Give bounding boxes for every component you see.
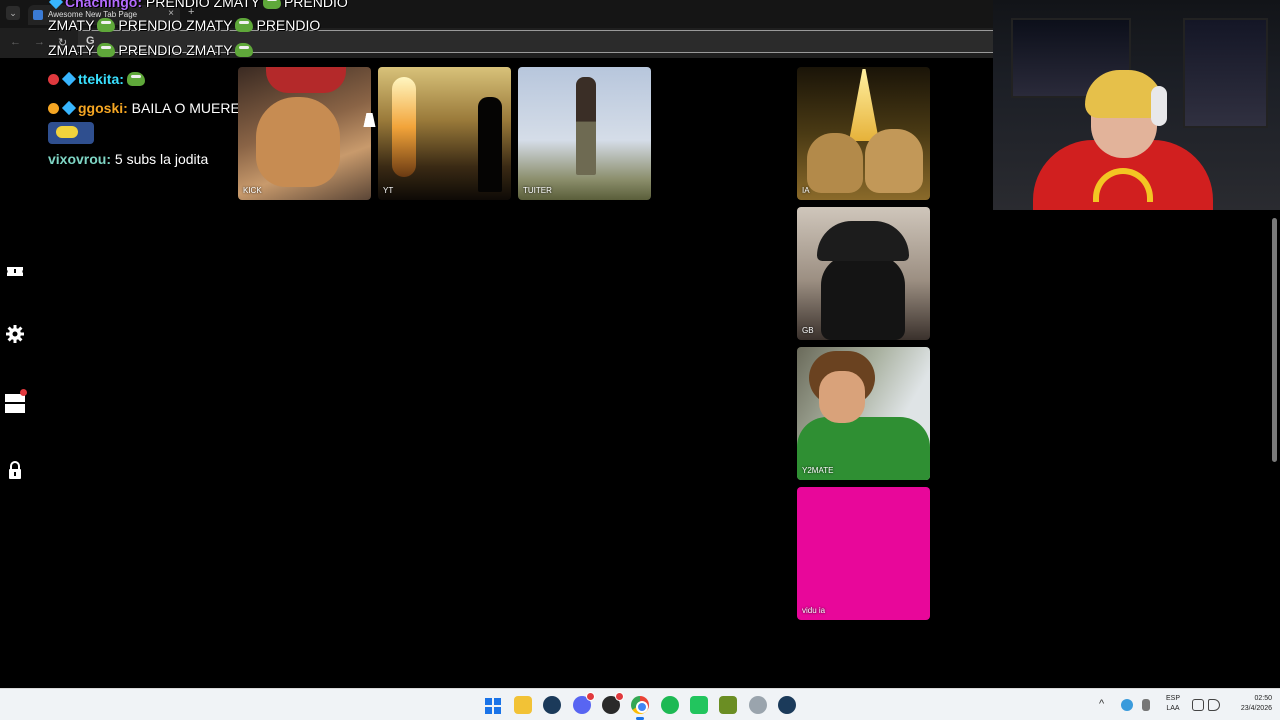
clock-time: 02:50 <box>1254 695 1272 702</box>
pepe-emote-icon <box>235 18 254 32</box>
badge-icon <box>48 103 59 114</box>
headphones-icon <box>1151 86 1167 126</box>
tile-image-face <box>819 371 865 423</box>
clock[interactable]: 02:50 23/4/2026 <box>1224 694 1272 714</box>
back-button[interactable]: ← <box>10 36 21 48</box>
notification-dot <box>20 389 27 396</box>
tile-image <box>576 77 596 175</box>
start-icon[interactable] <box>485 698 501 714</box>
page-scrollbar[interactable] <box>1270 210 1280 688</box>
tile-kick[interactable]: KICK <box>238 67 371 200</box>
clock-date: 23/4/2026 <box>1240 705 1272 712</box>
gear-icon[interactable] <box>5 324 25 344</box>
tab-search-button[interactable]: ⌄ <box>6 6 20 20</box>
badge-icon <box>48 74 59 85</box>
tray-overflow-icon[interactable]: ^ <box>1099 698 1104 720</box>
tile-label: GB <box>802 326 814 335</box>
tile-image <box>392 77 416 177</box>
stack-icon[interactable] <box>5 389 27 413</box>
tile-label: YT <box>383 186 394 195</box>
chat-message: ttekita: <box>48 71 148 87</box>
tile-image-cat <box>807 133 863 193</box>
green-app-icon[interactable] <box>690 696 708 714</box>
tile-image-cap <box>266 67 346 93</box>
steam-icon[interactable] <box>543 696 561 714</box>
notification-badge <box>615 692 624 701</box>
chat-text-tail: PRENDIO ZMATY <box>118 42 233 58</box>
language-indicator[interactable]: ESP LAA <box>1162 694 1184 714</box>
chrome-icon[interactable] <box>631 696 649 714</box>
forward-button[interactable]: → <box>34 36 45 48</box>
tile-image <box>821 255 905 340</box>
tile-image-figure <box>478 97 502 192</box>
tile-gb[interactable]: GB <box>797 207 930 340</box>
keyboard-layout: LAA <box>1166 705 1180 712</box>
chat-message-continued: ZMATY PRENDIO ZMATY <box>48 42 256 58</box>
tile-label: Y2MATE <box>802 466 834 475</box>
spotify-icon[interactable] <box>661 696 679 714</box>
tile-image-cat <box>865 129 923 193</box>
tile-label: vidu ia <box>802 606 826 615</box>
tab-favicon-icon <box>33 10 43 20</box>
chat-text-tail: PRENDIO <box>283 0 348 10</box>
minecraft-icon[interactable] <box>719 696 737 714</box>
tile-label: KICK <box>243 186 262 195</box>
pepe-emote-icon <box>97 43 116 57</box>
chat-message-continued: ZMATY PRENDIO ZMATY PRENDIO <box>48 17 320 33</box>
tile-ia[interactable]: IA <box>797 67 930 200</box>
chat-username: ttekita: <box>78 71 124 87</box>
pepe-emote-icon <box>262 0 281 9</box>
pepe-emote-icon <box>235 43 254 57</box>
mouse-cursor-icon <box>363 113 379 127</box>
tile-y2mate[interactable]: Y2MATE <box>797 347 930 480</box>
tile-image <box>849 69 879 141</box>
ticket-icon[interactable] <box>5 262 25 282</box>
language-code: ESP <box>1165 695 1180 702</box>
chat-username: Chachingo: <box>65 0 142 10</box>
chat-text-tail: PRENDIO <box>256 17 321 33</box>
sub-badge-icon <box>61 71 77 87</box>
webcam-overlay <box>993 0 1280 210</box>
chat-text-mid: PRENDIO ZMATY <box>118 17 233 33</box>
scrollbar-thumb[interactable] <box>1272 218 1277 462</box>
tray-app-icon[interactable] <box>1121 699 1133 711</box>
chat-message: vixovrou: 5 subs la jodita <box>48 151 208 167</box>
chat-text: PRENDIO ZMATY <box>145 0 260 10</box>
discord-icon[interactable] <box>573 692 595 714</box>
tile-label: IA <box>802 186 810 195</box>
chat-text: ZMATY <box>48 17 95 33</box>
chat-text: 5 subs la jodita <box>114 151 209 167</box>
chat-username: vixovrou: <box>48 151 112 167</box>
taskbar: ^ ESP LAA 02:50 23/4/2026 <box>0 688 1280 720</box>
tile-yt[interactable]: YT <box>378 67 511 200</box>
network-icon[interactable] <box>1192 699 1204 711</box>
minion-emote-icon <box>48 122 94 144</box>
webcam-bg <box>1183 18 1268 128</box>
tile-tuiter[interactable]: TUITER <box>518 67 651 200</box>
steam-icon[interactable] <box>778 696 796 714</box>
chat-username: ggoski: <box>78 100 128 116</box>
pepe-emote-icon <box>97 18 116 32</box>
pepe-emote-icon <box>126 72 145 86</box>
tile-vidu-ia[interactable]: vidu ia <box>797 487 930 620</box>
volume-icon[interactable] <box>1208 699 1220 711</box>
chat-text: ZMATY <box>48 42 95 58</box>
tile-label: TUITER <box>523 186 552 195</box>
file-explorer-icon[interactable] <box>514 696 532 714</box>
lock-icon[interactable] <box>5 461 25 481</box>
tile-image <box>256 97 340 187</box>
app-icon[interactable] <box>749 696 767 714</box>
obs-icon[interactable] <box>602 692 624 714</box>
tile-image-hat <box>817 221 909 261</box>
microphone-icon[interactable] <box>1142 699 1150 711</box>
sub-badge-icon <box>48 0 64 10</box>
sub-badge-icon <box>61 100 77 116</box>
notification-badge <box>586 692 595 701</box>
chat-message: Chachingo: PRENDIO ZMATY PRENDIO <box>48 0 348 10</box>
